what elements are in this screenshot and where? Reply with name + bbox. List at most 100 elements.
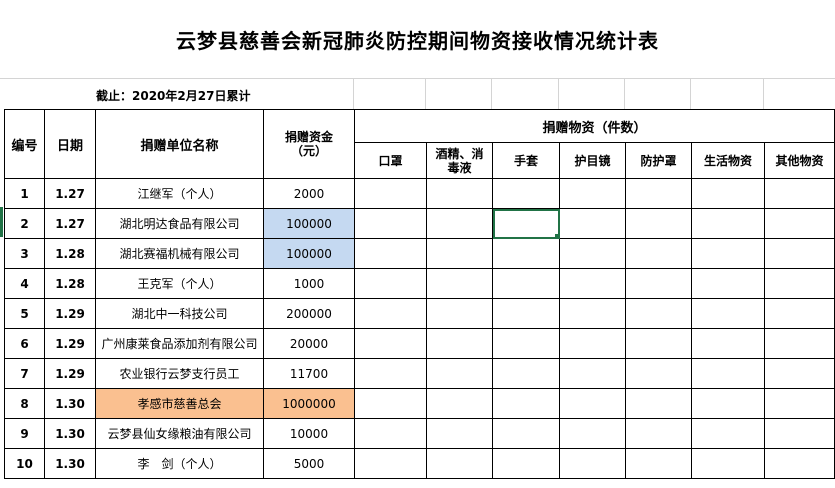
cell-date[interactable]: 1.30 <box>44 448 96 479</box>
cell-empty[interactable] <box>691 448 765 479</box>
cell-empty[interactable] <box>492 358 560 389</box>
cell-empty[interactable] <box>426 208 493 239</box>
cell-empty[interactable] <box>764 298 835 329</box>
fill-handle[interactable] <box>555 234 559 238</box>
cell-funds[interactable]: 1000 <box>263 268 355 299</box>
header-sub-disinfectant[interactable]: 酒精、消毒液 <box>426 142 493 179</box>
cell-date[interactable]: 1.29 <box>44 358 96 389</box>
header-sub-mask[interactable]: 口罩 <box>354 142 427 179</box>
cell-empty[interactable] <box>764 418 835 449</box>
header-no[interactable]: 编号 <box>4 109 45 179</box>
cell-empty[interactable] <box>625 298 692 329</box>
cell-date[interactable]: 1.27 <box>44 178 96 209</box>
header-date[interactable]: 日期 <box>44 109 96 179</box>
cell-empty[interactable] <box>625 178 692 209</box>
cell-unit[interactable]: 云梦县仙女缘粮油有限公司 <box>95 418 264 449</box>
cell-funds[interactable]: 1000000 <box>263 388 355 419</box>
cell-empty[interactable] <box>354 208 427 239</box>
cell-date[interactable]: 1.28 <box>44 268 96 299</box>
header-sub-goggles[interactable]: 护目镜 <box>559 142 626 179</box>
cell-date[interactable]: 1.30 <box>44 388 96 419</box>
cell-empty[interactable] <box>625 208 692 239</box>
cell-empty[interactable] <box>691 388 765 419</box>
header-supplies[interactable]: 捐赠物资（件数） <box>354 109 835 143</box>
cell-empty[interactable] <box>625 328 692 359</box>
cell-empty[interactable] <box>492 178 560 209</box>
cell-empty[interactable] <box>492 448 560 479</box>
cell-empty[interactable] <box>354 238 427 269</box>
cell-empty[interactable] <box>354 178 427 209</box>
cell-unit[interactable]: 湖北明达食品有限公司 <box>95 208 264 239</box>
cell-empty[interactable] <box>354 448 427 479</box>
cell-empty[interactable] <box>764 208 835 239</box>
cell-date[interactable]: 1.28 <box>44 238 96 269</box>
cell-date[interactable]: 1.30 <box>44 418 96 449</box>
cell-unit[interactable]: 王克军（个人） <box>95 268 264 299</box>
cell-empty[interactable] <box>354 418 427 449</box>
cell-empty[interactable] <box>625 388 692 419</box>
cell-funds[interactable]: 10000 <box>263 418 355 449</box>
cell-unit[interactable]: 湖北赛福机械有限公司 <box>95 238 264 269</box>
cell-empty[interactable] <box>426 448 493 479</box>
cell-date[interactable]: 1.27 <box>44 208 96 239</box>
cell-empty[interactable] <box>426 298 493 329</box>
cell-empty[interactable] <box>691 268 765 299</box>
cell-unit[interactable]: 江继军（个人） <box>95 178 264 209</box>
cell-empty[interactable] <box>559 298 626 329</box>
cell-empty[interactable] <box>354 268 427 299</box>
cell-empty[interactable] <box>559 418 626 449</box>
cell-funds[interactable]: 11700 <box>263 358 355 389</box>
cell-empty[interactable] <box>691 298 765 329</box>
cell-empty[interactable] <box>426 358 493 389</box>
cell-unit[interactable]: 李 剑（个人） <box>95 448 264 479</box>
cell-no[interactable]: 4 <box>4 268 45 299</box>
cell-date[interactable]: 1.29 <box>44 298 96 329</box>
header-sub-living-supplies[interactable]: 生活物资 <box>691 142 765 179</box>
cell-empty[interactable] <box>559 268 626 299</box>
cell-empty[interactable] <box>764 178 835 209</box>
cell-empty[interactable] <box>625 238 692 269</box>
selected-cell[interactable] <box>492 208 560 239</box>
cell-empty[interactable] <box>559 388 626 419</box>
cell-empty[interactable] <box>559 238 626 269</box>
cell-no[interactable]: 2 <box>4 208 45 239</box>
cell-no[interactable]: 10 <box>4 448 45 479</box>
cell-empty[interactable] <box>492 298 560 329</box>
cell-empty[interactable] <box>492 268 560 299</box>
cell-no[interactable]: 5 <box>4 298 45 329</box>
cell-empty[interactable] <box>426 178 493 209</box>
cell-empty[interactable] <box>559 358 626 389</box>
cell-funds[interactable]: 20000 <box>263 328 355 359</box>
cell-empty[interactable] <box>625 358 692 389</box>
cell-funds[interactable]: 200000 <box>263 298 355 329</box>
cell-empty[interactable] <box>354 388 427 419</box>
cell-no[interactable]: 7 <box>4 358 45 389</box>
cell-empty[interactable] <box>559 448 626 479</box>
cell-empty[interactable] <box>764 358 835 389</box>
cell-empty[interactable] <box>625 268 692 299</box>
cell-no[interactable]: 8 <box>4 388 45 419</box>
cell-empty[interactable] <box>354 328 427 359</box>
cell-empty[interactable] <box>492 238 560 269</box>
header-sub-face-shield[interactable]: 防护罩 <box>625 142 692 179</box>
cell-empty[interactable] <box>492 388 560 419</box>
cell-empty[interactable] <box>354 358 427 389</box>
cell-empty[interactable] <box>426 418 493 449</box>
cell-empty[interactable] <box>764 238 835 269</box>
cell-empty[interactable] <box>691 178 765 209</box>
cell-empty[interactable] <box>426 388 493 419</box>
cell-empty[interactable] <box>625 418 692 449</box>
cell-unit[interactable]: 湖北中一科技公司 <box>95 298 264 329</box>
cell-empty[interactable] <box>559 328 626 359</box>
cell-funds[interactable]: 100000 <box>263 238 355 269</box>
cell-empty[interactable] <box>764 268 835 299</box>
cell-empty[interactable] <box>492 328 560 359</box>
header-sub-other-supplies[interactable]: 其他物资 <box>764 142 835 179</box>
cell-empty[interactable] <box>691 418 765 449</box>
cell-empty[interactable] <box>764 328 835 359</box>
cell-funds[interactable]: 100000 <box>263 208 355 239</box>
cell-no[interactable]: 3 <box>4 238 45 269</box>
cell-empty[interactable] <box>691 238 765 269</box>
cell-empty[interactable] <box>559 178 626 209</box>
cell-date[interactable]: 1.29 <box>44 328 96 359</box>
